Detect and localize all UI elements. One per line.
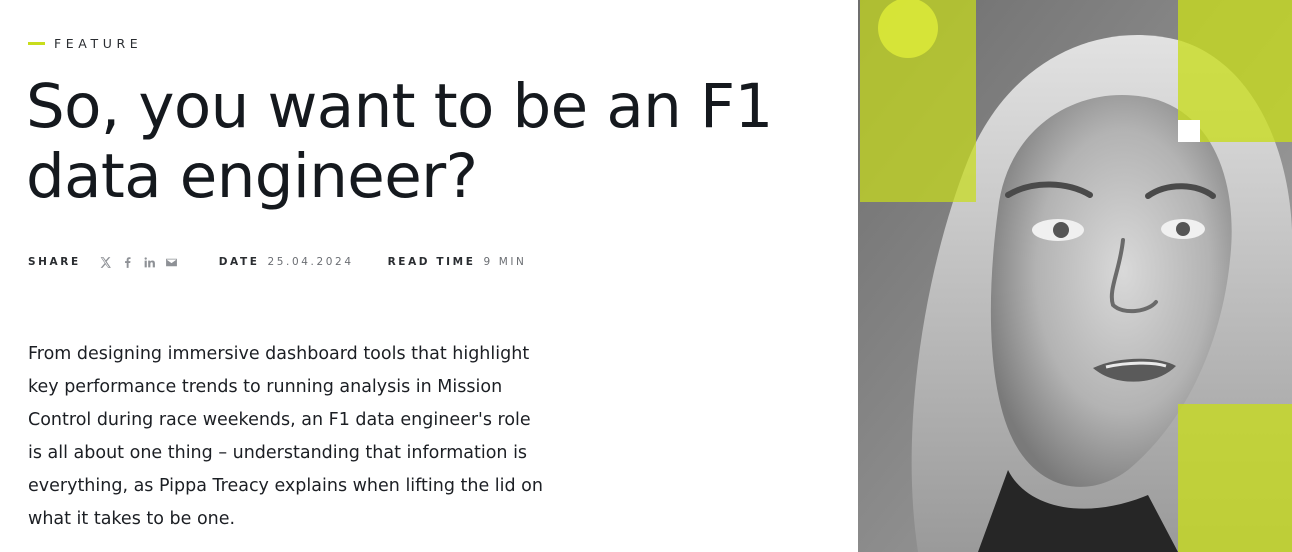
- read-time-value: 9 MIN: [483, 256, 527, 268]
- accent-dash: [28, 42, 45, 45]
- page-title: So, you want to be an F1 data engineer?: [26, 71, 773, 212]
- linkedin-icon[interactable]: [143, 255, 157, 269]
- hero-portrait-image: [858, 0, 1292, 552]
- article-header: FEATURE So, you want to be an F1 data en…: [0, 0, 858, 552]
- read-time-label: READ TIME: [387, 256, 476, 268]
- read-time-meta: READ TIME 9 MIN: [388, 256, 527, 268]
- email-icon[interactable]: [165, 255, 179, 269]
- date-meta: DATE 25.04.2024: [219, 256, 354, 268]
- share-label: SHARE: [28, 256, 81, 268]
- x-icon[interactable]: [99, 255, 113, 269]
- facebook-icon[interactable]: [121, 255, 135, 269]
- category-eyebrow: FEATURE: [28, 36, 142, 51]
- share-buttons: [91, 255, 179, 269]
- date-label: DATE: [218, 256, 260, 268]
- date-value: 25.04.2024: [267, 256, 354, 268]
- category-label: FEATURE: [54, 36, 143, 51]
- article-meta: SHARE DATE 25.04.2024 READ TIME 9 MIN: [28, 254, 527, 270]
- article-lead: From designing immersive dashboard tools…: [28, 344, 543, 529]
- portrait-photo: [858, 0, 1292, 552]
